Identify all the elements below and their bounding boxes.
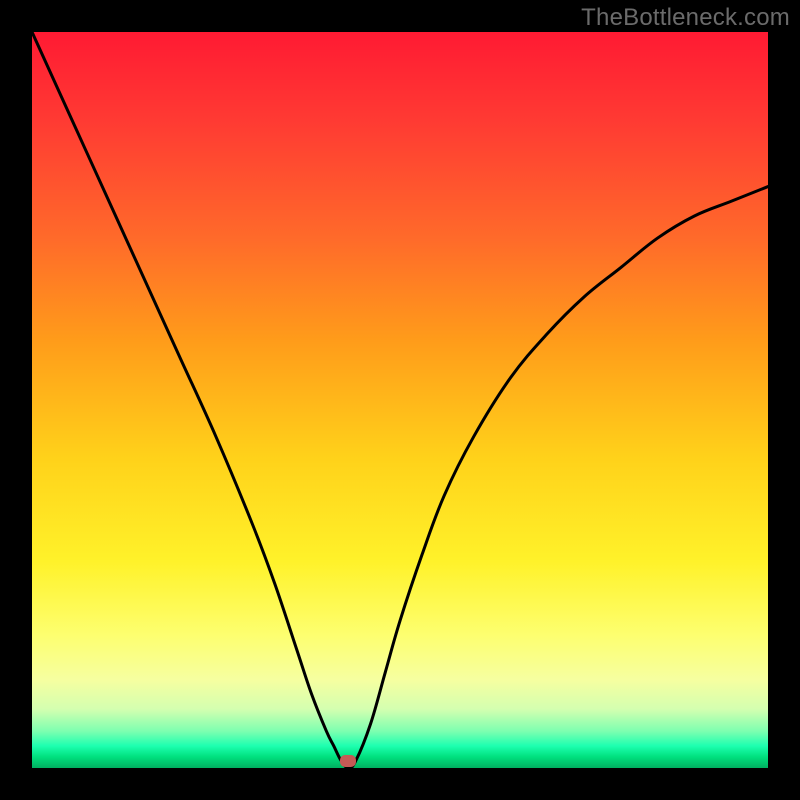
chart-plot — [32, 32, 768, 768]
chart-frame: TheBottleneck.com — [0, 0, 800, 800]
watermark-text: TheBottleneck.com — [581, 4, 790, 32]
minimum-marker — [340, 755, 356, 767]
bottleneck-curve-path — [32, 32, 768, 768]
